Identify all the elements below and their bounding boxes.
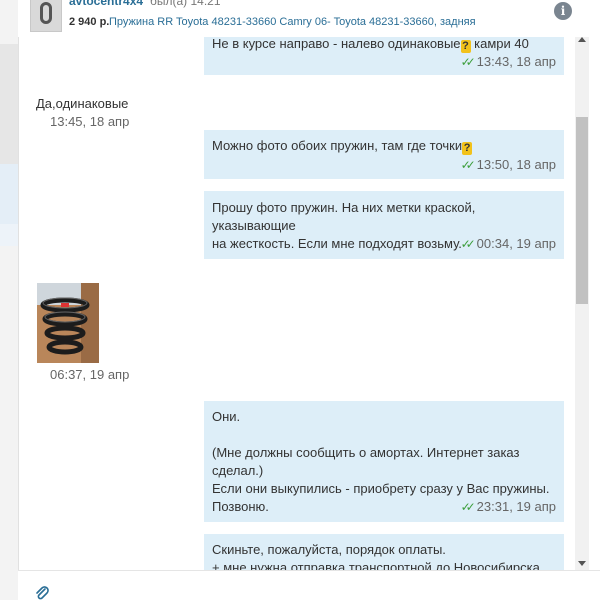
scroll-up-icon[interactable] <box>578 37 586 42</box>
spring-image <box>40 2 52 24</box>
spring-photo[interactable] <box>37 283 99 363</box>
paperclip-icon[interactable] <box>34 585 50 601</box>
message-text-line: Если они выкупились - приобрету сразу у … <box>212 481 550 496</box>
message-time: 13:43, 18 апр <box>476 54 556 69</box>
product-price: 2 940 р. <box>69 16 110 28</box>
double-check-icon: ✓✓ <box>460 500 476 514</box>
message-time: 00:34, 19 апр <box>476 236 556 251</box>
message-text-line: (Мне должны сообщить о амортах. Интернет… <box>212 445 520 460</box>
message-time: 13:45, 18 апр <box>50 114 130 129</box>
message-text-line: + мне нужна отправка транспортной до Нов… <box>212 560 540 570</box>
double-check-icon: ✓✓ <box>460 237 476 251</box>
message-time: 23:31, 19 апр <box>476 499 556 514</box>
message-outgoing: Прошу фото пружин. На них метки краской,… <box>204 191 564 259</box>
info-icon[interactable]: i <box>554 2 572 20</box>
message-text-line: сделал.) <box>212 463 264 478</box>
message-incoming-photo: 06:37, 19 апр <box>30 270 135 388</box>
last-seen-status: был(а) 14:21 <box>150 0 221 8</box>
message-time: 13:50, 18 апр <box>476 157 556 172</box>
message-outgoing: Можно фото обоих пружин, там где точки? … <box>204 130 564 179</box>
message-outgoing: Скиньте, пожалуйста, порядок оплаты. + м… <box>204 534 564 570</box>
message-meta: ✓✓ 23:31, 19 апр <box>461 498 556 516</box>
chat-scrollbar[interactable] <box>575 37 589 570</box>
message-text: Да,одинаковые <box>36 96 129 111</box>
message-meta: ✓✓ 00:34, 19 апр <box>461 235 556 253</box>
product-thumbnail[interactable] <box>30 0 62 32</box>
thinking-emoji-icon: ? <box>462 142 473 155</box>
left-panel-edge <box>0 0 19 600</box>
left-panel-selected-row[interactable] <box>0 164 18 224</box>
seller-name[interactable]: avtocentr4x4 <box>69 0 143 8</box>
scrollbar-thumb[interactable] <box>576 117 588 304</box>
double-check-icon: ✓✓ <box>460 158 476 172</box>
message-text: Можно фото обоих пружин, там где точки? <box>212 138 473 155</box>
double-check-icon: ✓✓ <box>460 55 476 69</box>
message-composer <box>18 570 600 601</box>
message-time: 06:37, 19 апр <box>50 367 130 382</box>
chat-header: avtocentr4x4 был(а) 14:21 2 940 р. Пружи… <box>18 0 600 37</box>
message-incoming: Да,одинаковые 13:45, 18 апр <box>30 88 228 129</box>
thinking-emoji-icon: ? <box>460 40 471 53</box>
message-meta: ✓✓ 13:43, 18 апр <box>461 53 556 71</box>
message-list: Не в курсе направо - налево одинаковые? … <box>18 37 574 570</box>
message-outgoing: Они. (Мне должны сообщить о амортах. Инт… <box>204 401 564 522</box>
message-text: Не в курсе направо - налево одинаковые? … <box>212 37 529 53</box>
message-text-line: Они. <box>212 409 241 424</box>
message-outgoing: Не в курсе направо - налево одинаковые? … <box>204 37 564 75</box>
message-text-line <box>212 426 556 444</box>
message-text-line: Скиньте, пожалуйста, порядок оплаты. <box>212 542 446 557</box>
message-text-line: Прошу фото пружин. На них метки краской,… <box>212 200 476 233</box>
product-link[interactable]: Пружина RR Toyota 48231-33660 Camry 06- … <box>109 16 476 28</box>
scroll-down-icon[interactable] <box>578 561 586 566</box>
left-panel-row[interactable] <box>0 224 18 246</box>
message-meta: ✓✓ 13:50, 18 апр <box>461 156 556 174</box>
